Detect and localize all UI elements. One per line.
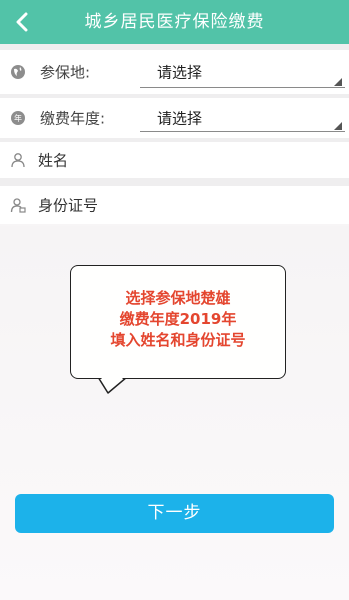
instruction-callout: 选择参保地楚雄 缴费年度2019年 填入姓名和身份证号 — [70, 265, 286, 379]
id-person-icon — [10, 198, 26, 213]
name-placeholder: 姓名 — [38, 151, 69, 170]
select-underline — [140, 131, 345, 132]
divider — [0, 178, 349, 186]
callout-line-3: 填入姓名和身份证号 — [110, 331, 246, 349]
callout-line-1: 选择参保地楚雄 — [125, 289, 231, 307]
id-number-field[interactable]: 身份证号 — [0, 186, 349, 224]
id-number-placeholder: 身份证号 — [38, 196, 99, 215]
app-header: 城乡居民医疗保险缴费 — [0, 0, 349, 44]
payment-year-row: 年 缴费年度: 请选择 — [0, 98, 349, 138]
select-underline — [140, 87, 345, 88]
dropdown-triangle-icon — [334, 122, 342, 130]
payment-year-select[interactable]: 请选择 — [140, 98, 345, 138]
globe-icon — [11, 65, 25, 79]
callout-line-2: 缴费年度2019年 — [119, 310, 237, 328]
svg-text:年: 年 — [14, 113, 22, 123]
insured-place-select[interactable]: 请选择 — [140, 50, 345, 94]
name-field[interactable]: 姓名 — [0, 142, 349, 178]
insured-place-value: 请选择 — [157, 63, 203, 82]
next-button[interactable]: 下一步 — [15, 494, 334, 533]
page-title: 城乡居民医疗保险缴费 — [84, 12, 265, 32]
callout-text: 选择参保地楚雄 缴费年度2019年 填入姓名和身份证号 — [71, 288, 285, 351]
insured-place-row: 参保地: 请选择 — [0, 50, 349, 94]
insured-place-label: 参保地: — [40, 63, 91, 82]
payment-year-value: 请选择 — [157, 109, 203, 128]
person-icon — [11, 153, 25, 168]
payment-year-label: 缴费年度: — [40, 109, 106, 128]
calendar-icon: 年 — [11, 111, 25, 125]
dropdown-triangle-icon — [334, 78, 342, 86]
